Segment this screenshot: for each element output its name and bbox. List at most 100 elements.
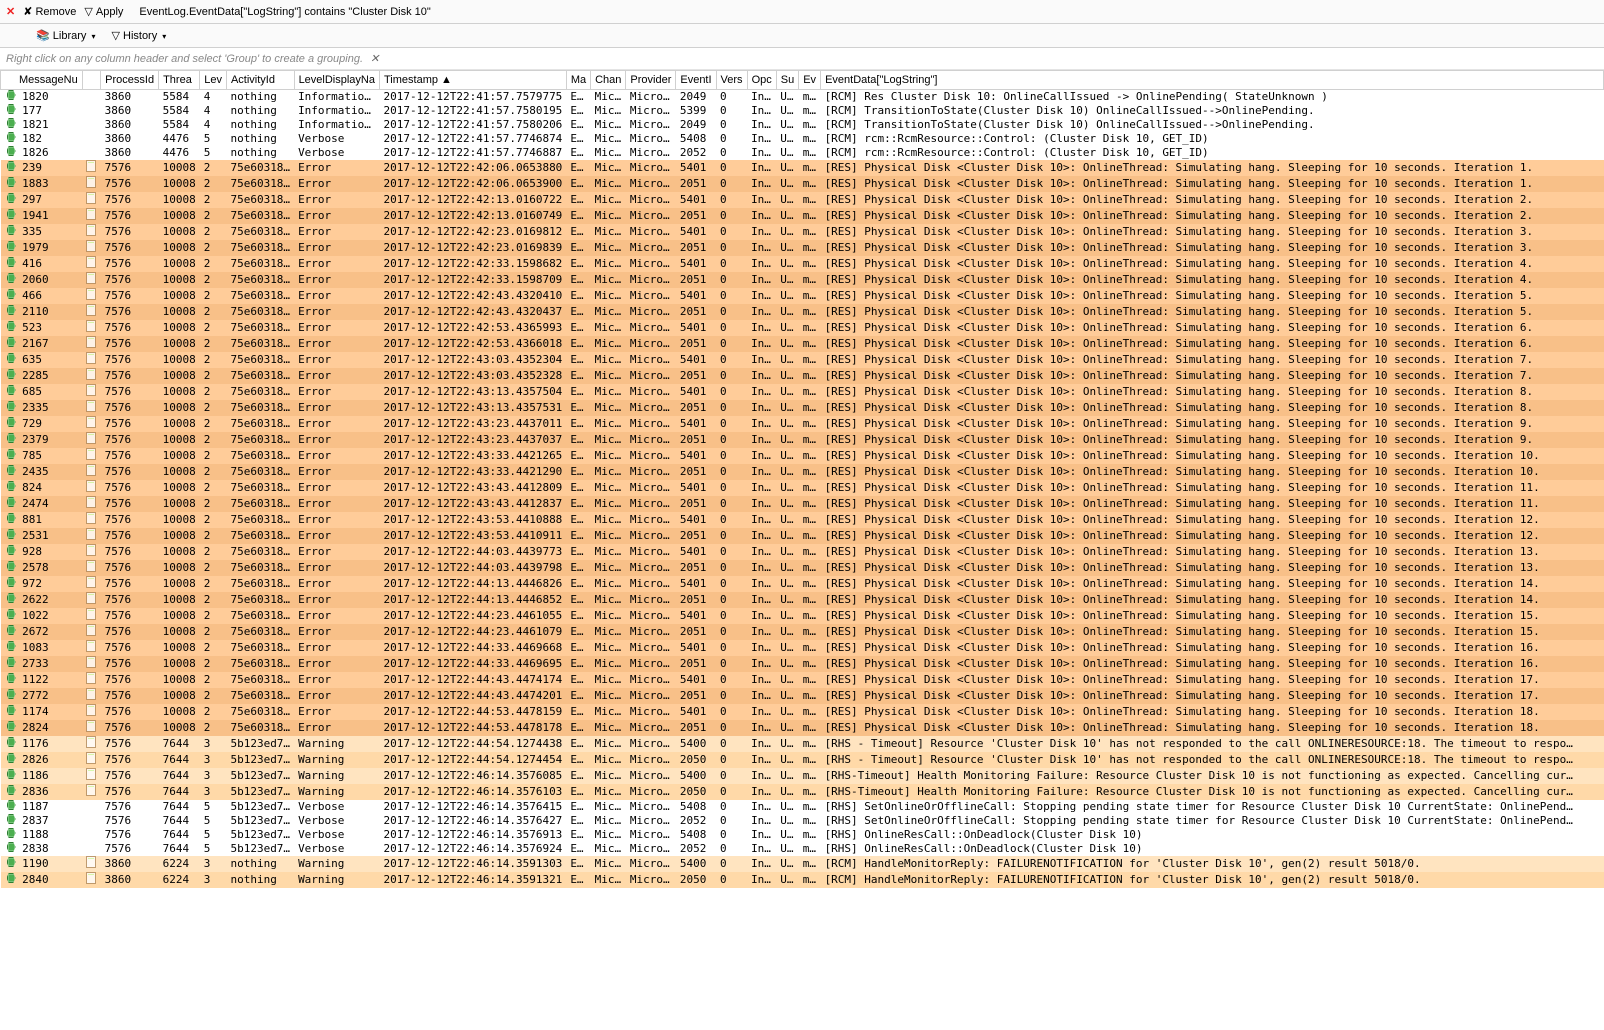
table-row[interactable]: 2733757610008275e60318…Error2017-12-12T2… bbox=[1, 656, 1604, 672]
table-row[interactable]: 2824757610008275e60318…Error2017-12-12T2… bbox=[1, 720, 1604, 736]
hex-icon bbox=[7, 132, 16, 142]
table-row[interactable]: 928757610008275e60318…Error2017-12-12T22… bbox=[1, 544, 1604, 560]
hex-icon bbox=[7, 289, 16, 299]
col-levd[interactable]: LevelDisplayNa bbox=[294, 71, 379, 90]
hex-icon bbox=[7, 857, 16, 867]
table-row[interactable]: 523757610008275e60318…Error2017-12-12T22… bbox=[1, 320, 1604, 336]
hex-icon bbox=[7, 641, 16, 651]
col-thr[interactable]: Threa bbox=[159, 71, 200, 90]
page-icon bbox=[86, 464, 96, 476]
table-row[interactable]: 2531757610008275e60318…Error2017-12-12T2… bbox=[1, 528, 1604, 544]
table-row[interactable]: 2840386062243nothingWarning2017-12-12T22… bbox=[1, 872, 1604, 888]
table-row[interactable]: 2285757610008275e60318…Error2017-12-12T2… bbox=[1, 368, 1604, 384]
hex-icon bbox=[7, 465, 16, 475]
col-vers[interactable]: Vers bbox=[716, 71, 747, 90]
table-row[interactable]: 11867576764435b123ed7…Warning2017-12-12T… bbox=[1, 768, 1604, 784]
table-row[interactable]: 1022757610008275e60318…Error2017-12-12T2… bbox=[1, 608, 1604, 624]
close-hint-button[interactable]: ✕ bbox=[370, 53, 379, 65]
funnel-icon: ▽ bbox=[84, 5, 92, 18]
table-row[interactable]: 11877576764455b123ed7…Verbose2017-12-12T… bbox=[1, 800, 1604, 814]
table-row[interactable]: 2167757610008275e60318…Error2017-12-12T2… bbox=[1, 336, 1604, 352]
table-row[interactable]: 28367576764435b123ed7…Warning2017-12-12T… bbox=[1, 784, 1604, 800]
col-prov[interactable]: Provider bbox=[626, 71, 676, 90]
hex-icon bbox=[7, 737, 16, 747]
page-icon bbox=[86, 416, 96, 428]
table-row[interactable]: 2672757610008275e60318…Error2017-12-12T2… bbox=[1, 624, 1604, 640]
col-act[interactable]: ActivityId bbox=[226, 71, 294, 90]
table-row[interactable]: 2772757610008275e60318…Error2017-12-12T2… bbox=[1, 688, 1604, 704]
table-row[interactable]: 1941757610008275e60318…Error2017-12-12T2… bbox=[1, 208, 1604, 224]
table-row[interactable]: 239757610008275e60318…Error2017-12-12T22… bbox=[1, 160, 1604, 176]
table-row[interactable]: 1820386055844nothingInformatio…2017-12-1… bbox=[1, 90, 1604, 105]
page-icon bbox=[86, 528, 96, 540]
table-row[interactable]: 881757610008275e60318…Error2017-12-12T22… bbox=[1, 512, 1604, 528]
col-msgnu[interactable]: MessageNu bbox=[1, 71, 83, 90]
table-row[interactable]: 1979757610008275e60318…Error2017-12-12T2… bbox=[1, 240, 1604, 256]
table-row[interactable]: 2110757610008275e60318…Error2017-12-12T2… bbox=[1, 304, 1604, 320]
hex-icon bbox=[7, 625, 16, 635]
table-row[interactable]: 2060757610008275e60318…Error2017-12-12T2… bbox=[1, 272, 1604, 288]
table-row[interactable]: 182386044765nothingVerbose2017-12-12T22:… bbox=[1, 132, 1604, 146]
table-row[interactable]: 11767576764435b123ed7…Warning2017-12-12T… bbox=[1, 736, 1604, 752]
col-su[interactable]: Su bbox=[776, 71, 798, 90]
table-row[interactable]: 2379757610008275e60318…Error2017-12-12T2… bbox=[1, 432, 1604, 448]
col-pid[interactable]: ProcessId bbox=[101, 71, 159, 90]
hex-icon bbox=[7, 449, 16, 459]
table-row[interactable]: 1826386044765nothingVerbose2017-12-12T22… bbox=[1, 146, 1604, 160]
table-row[interactable]: 2335757610008275e60318…Error2017-12-12T2… bbox=[1, 400, 1604, 416]
col-ts[interactable]: Timestamp ▲ bbox=[380, 71, 567, 90]
table-row[interactable]: 972757610008275e60318…Error2017-12-12T22… bbox=[1, 576, 1604, 592]
chevron-down-icon: ▾ bbox=[162, 32, 166, 41]
table-row[interactable]: 685757610008275e60318…Error2017-12-12T22… bbox=[1, 384, 1604, 400]
table-row[interactable]: 635757610008275e60318…Error2017-12-12T22… bbox=[1, 352, 1604, 368]
page-icon bbox=[86, 560, 96, 572]
table-row[interactable]: 2435757610008275e60318…Error2017-12-12T2… bbox=[1, 464, 1604, 480]
page-icon bbox=[86, 240, 96, 252]
table-row[interactable]: 1883757610008275e60318…Error2017-12-12T2… bbox=[1, 176, 1604, 192]
table-row[interactable]: 2474757610008275e60318…Error2017-12-12T2… bbox=[1, 496, 1604, 512]
table-row[interactable]: 297757610008275e60318…Error2017-12-12T22… bbox=[1, 192, 1604, 208]
page-icon bbox=[86, 160, 96, 172]
table-row[interactable]: 824757610008275e60318…Error2017-12-12T22… bbox=[1, 480, 1604, 496]
col-evt[interactable]: EventI bbox=[676, 71, 716, 90]
col-chan[interactable]: Chan bbox=[591, 71, 626, 90]
table-row[interactable]: 2622757610008275e60318…Error2017-12-12T2… bbox=[1, 592, 1604, 608]
page-icon bbox=[86, 856, 96, 868]
table-row[interactable]: 729757610008275e60318…Error2017-12-12T22… bbox=[1, 416, 1604, 432]
table-row[interactable]: 11887576764455b123ed7…Verbose2017-12-12T… bbox=[1, 828, 1604, 842]
table-row[interactable]: 785757610008275e60318…Error2017-12-12T22… bbox=[1, 448, 1604, 464]
hex-icon bbox=[7, 657, 16, 667]
table-header[interactable]: MessageNu ProcessIdThreaLevActivityIdLeve… bbox=[1, 71, 1604, 90]
table-row[interactable]: 1174757610008275e60318…Error2017-12-12T2… bbox=[1, 704, 1604, 720]
table-row[interactable]: 28377576764455b123ed7…Verbose2017-12-12T… bbox=[1, 814, 1604, 828]
table-row[interactable]: 28267576764435b123ed7…Warning2017-12-12T… bbox=[1, 752, 1604, 768]
table-row[interactable]: 28387576764455b123ed7…Verbose2017-12-12T… bbox=[1, 842, 1604, 856]
page-icon bbox=[86, 688, 96, 700]
page-icon bbox=[86, 736, 96, 748]
remove-button[interactable]: ✘ Remove bbox=[23, 5, 76, 18]
col-ev[interactable]: Ev bbox=[799, 71, 821, 90]
hex-icon bbox=[7, 401, 16, 411]
apply-button[interactable]: ▽ Apply bbox=[84, 5, 123, 18]
library-button[interactable]: 📚 Library ▾ bbox=[36, 29, 95, 42]
table-row[interactable]: 416757610008275e60318…Error2017-12-12T22… bbox=[1, 256, 1604, 272]
table-row[interactable]: 1821386055844nothingInformatio…2017-12-1… bbox=[1, 118, 1604, 132]
table-row[interactable]: 2578757610008275e60318…Error2017-12-12T2… bbox=[1, 560, 1604, 576]
col-ma[interactable]: Ma bbox=[566, 71, 590, 90]
history-button[interactable]: ▽ History ▾ bbox=[111, 29, 166, 42]
table-row[interactable]: 177386055844nothingInformatio…2017-12-12… bbox=[1, 104, 1604, 118]
col-opc[interactable]: Opc bbox=[747, 71, 776, 90]
table-row[interactable]: 1190386062243nothingWarning2017-12-12T22… bbox=[1, 856, 1604, 872]
table-row[interactable]: 1083757610008275e60318…Error2017-12-12T2… bbox=[1, 640, 1604, 656]
col-log[interactable]: EventData["LogString"] bbox=[821, 71, 1604, 90]
hex-icon bbox=[7, 577, 16, 587]
page-icon bbox=[86, 336, 96, 348]
col-lev[interactable]: Lev bbox=[200, 71, 227, 90]
close-button[interactable]: ✕ bbox=[6, 5, 15, 18]
table-row[interactable]: 466757610008275e60318…Error2017-12-12T22… bbox=[1, 288, 1604, 304]
page-icon bbox=[86, 496, 96, 508]
table-row[interactable]: 1122757610008275e60318…Error2017-12-12T2… bbox=[1, 672, 1604, 688]
table-row[interactable]: 335757610008275e60318…Error2017-12-12T22… bbox=[1, 224, 1604, 240]
page-icon bbox=[86, 432, 96, 444]
col-ic[interactable] bbox=[82, 71, 100, 90]
